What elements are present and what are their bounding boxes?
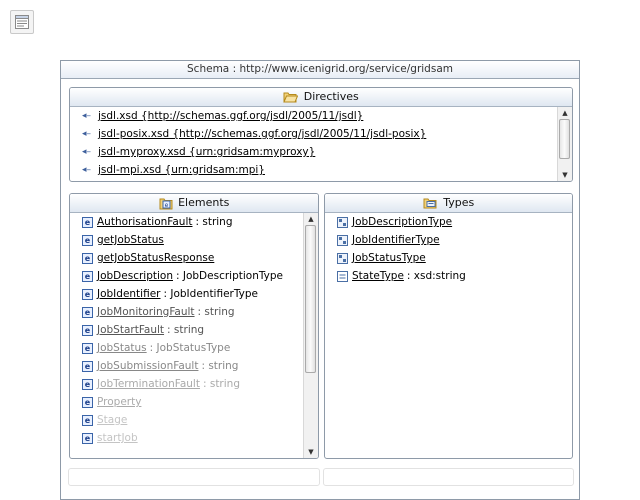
element-item[interactable]: e Property [70,393,304,411]
table-icon [15,15,29,29]
types-list: JobDescriptionType JobIdentifierType Job… [325,213,572,458]
element-item[interactable]: e AuthorisationFault: string [70,213,304,231]
element-icon: e [82,288,93,300]
directive-item[interactable]: ◂– jsdl.xsd {http://schemas.ggf.org/jsdl/… [70,107,558,125]
simple-type-icon [337,270,348,282]
schema-title: Schema : http://www.icenigrid.org/servic… [61,61,579,79]
element-item[interactable]: e JobIdentifier: JobIdentifierType [70,285,304,303]
directives-title: Directives [303,90,359,103]
types-header: Types [325,194,572,213]
element-icon: e [82,378,93,390]
element-item[interactable]: e JobDescription: JobDescriptionType [70,267,304,285]
element-item[interactable]: e JobSubmissionFault: string [70,357,304,375]
scroll-thumb[interactable] [305,225,316,373]
directives-list: ◂– jsdl.xsd {http://schemas.ggf.org/jsdl/… [70,107,558,181]
element-icon: e [82,396,93,408]
elements-title: Elements [178,196,230,209]
element-item[interactable]: e getJobStatusResponse [70,249,304,267]
folder-icon [283,92,299,103]
element-item[interactable]: e startJob [70,429,304,447]
import-arrow-icon: ◂– [82,165,92,175]
element-icon: e [82,270,93,282]
element-icon: e [82,432,93,444]
type-item[interactable]: StateType: xsd:string [325,267,572,285]
scroll-thumb[interactable] [559,119,570,159]
elements-list: e AuthorisationFault: string e getJobStatu… [70,213,304,458]
element-item[interactable]: e Stage [70,411,304,429]
directive-item[interactable]: ◂– jsdl-mpi.xsd {urn:gridsam:mpi} [70,161,558,179]
scroll-up-arrow-icon[interactable]: ▲ [304,213,318,225]
import-arrow-icon: ◂– [82,129,92,139]
element-icon: e [82,234,93,246]
type-item[interactable]: JobStatusType [325,249,572,267]
type-item[interactable]: JobIdentifierType [325,231,572,249]
element-item[interactable]: e JobStatus: JobStatusType [70,339,304,357]
directives-header: Directives [70,88,572,107]
scroll-down-arrow-icon[interactable]: ▼ [304,446,318,458]
types-folder-icon [423,198,437,209]
element-icon: e [82,252,93,264]
import-arrow-icon: ◂– [82,111,92,121]
directive-item[interactable]: ◂– jsdl-myproxy.xsd {urn:gridsam:myproxy} [70,143,558,161]
faded-section [68,468,320,486]
element-icon: e [82,216,93,228]
element-item[interactable]: e JobStartFault: string [70,321,304,339]
directive-item[interactable]: ◂– jsdl-posix.xsd {http://schemas.ggf.org… [70,125,558,143]
element-icon: e [82,342,93,354]
complex-type-icon [337,234,348,246]
faded-section [323,468,574,486]
element-icon: e [82,360,93,372]
schema-panel: Schema : http://www.icenigrid.org/servic… [60,60,580,500]
elements-section: e Elements e AuthorisationFault: string e… [69,193,319,459]
directives-scrollbar[interactable]: ▲ ▼ [557,107,572,181]
element-icon: e [82,306,93,318]
types-section: Types JobDescriptionType JobIdentifierTy… [324,193,573,459]
complex-type-icon [337,252,348,264]
type-item[interactable]: JobDescriptionType [325,213,572,231]
element-folder-icon: e [159,198,173,209]
types-title: Types [443,196,475,209]
complex-type-icon [337,216,348,228]
svg-text:e: e [164,202,168,209]
import-arrow-icon: ◂– [82,147,92,157]
element-icon: e [82,324,93,336]
element-item[interactable]: e JobMonitoringFault: string [70,303,304,321]
element-icon: e [82,414,93,426]
scroll-down-arrow-icon[interactable]: ▼ [558,169,572,181]
show-properties-button[interactable] [10,10,34,34]
elements-scrollbar[interactable]: ▲ ▼ [303,213,318,458]
directives-section: Directives ◂– jsdl.xsd {http://schemas.gg… [69,87,573,182]
element-item[interactable]: e JobTerminationFault: string [70,375,304,393]
elements-header: e Elements [70,194,318,213]
scroll-up-arrow-icon[interactable]: ▲ [558,107,572,119]
element-item[interactable]: e getJobStatus [70,231,304,249]
